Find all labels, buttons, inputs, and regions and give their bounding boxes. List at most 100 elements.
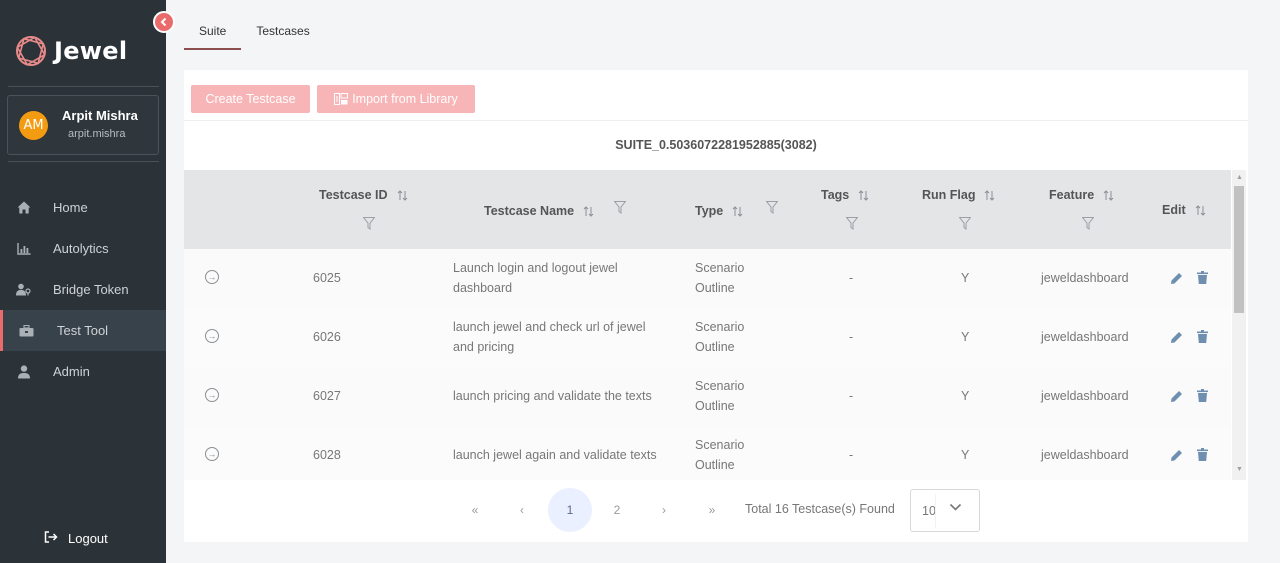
- trash-icon[interactable]: [1197, 389, 1208, 402]
- table-row[interactable]: → 6028 launch jewel again and validate t…: [184, 426, 1231, 480]
- import-from-library-button[interactable]: Import from Library: [317, 85, 475, 113]
- column-header-feature[interactable]: Feature: [1049, 188, 1114, 202]
- create-testcase-button[interactable]: Create Testcase: [191, 85, 310, 113]
- sort-icon[interactable]: [1195, 204, 1206, 216]
- filter-icon[interactable]: [1082, 217, 1094, 230]
- table-row[interactable]: → 6027 launch pricing and validate the t…: [184, 367, 1231, 426]
- column-label: Tags: [821, 188, 850, 202]
- import-from-library-label: Import from Library: [352, 92, 458, 106]
- pencil-icon[interactable]: [1170, 390, 1183, 403]
- scroll-up-arrow-icon[interactable]: ▲: [1236, 174, 1243, 181]
- toolbox-icon: [18, 323, 34, 339]
- scrollbar-thumb[interactable]: [1234, 186, 1244, 313]
- trash-icon[interactable]: [1197, 330, 1208, 343]
- logout-button[interactable]: Logout: [44, 531, 108, 546]
- first-page-button[interactable]: «: [453, 488, 497, 532]
- column-header-run-flag[interactable]: Run Flag: [922, 188, 995, 202]
- sidebar-item-admin[interactable]: Admin: [0, 351, 166, 392]
- sort-icon[interactable]: [858, 189, 869, 201]
- table-scrollbar[interactable]: ▲ ▼: [1232, 170, 1246, 480]
- filter-icon[interactable]: [614, 201, 626, 214]
- column-header-tags[interactable]: Tags: [821, 188, 869, 202]
- testcase-type: Scenario Outline: [695, 377, 744, 416]
- trash-icon[interactable]: [1197, 271, 1208, 284]
- testcase-tags: -: [849, 389, 854, 403]
- column-header-testcase-id[interactable]: Testcase ID: [319, 188, 408, 202]
- chart-icon: [16, 241, 32, 257]
- open-testcase-icon[interactable]: →: [205, 388, 219, 402]
- trash-icon[interactable]: [1197, 448, 1208, 461]
- testcase-type-line: Scenario: [695, 320, 745, 334]
- sort-icon[interactable]: [732, 205, 743, 217]
- open-testcase-icon[interactable]: →: [205, 329, 219, 343]
- sidebar-item-label: Admin: [53, 364, 90, 379]
- testcase-type-line: Scenario: [695, 379, 745, 393]
- column-header-type[interactable]: Type: [695, 204, 743, 218]
- chevron-left-icon: [160, 17, 167, 27]
- open-testcase-icon[interactable]: →: [205, 270, 219, 284]
- rows-per-page-select[interactable]: 10: [910, 489, 980, 532]
- divider: [8, 86, 159, 87]
- testcase-type-line: Outline: [695, 280, 735, 295]
- collapse-sidebar-button[interactable]: [153, 11, 175, 33]
- sort-icon[interactable]: [583, 205, 594, 217]
- sidebar-item-label: Autolytics: [53, 241, 109, 256]
- pencil-icon[interactable]: [1170, 272, 1183, 285]
- sidebar-item-autolytics[interactable]: Autolytics: [0, 228, 166, 269]
- page-button-2[interactable]: 2: [595, 488, 639, 532]
- scroll-down-arrow-icon[interactable]: ▼: [1236, 466, 1243, 473]
- filter-icon[interactable]: [363, 217, 375, 230]
- testcase-feature: jeweldashboard: [1041, 271, 1129, 285]
- sort-icon[interactable]: [397, 189, 408, 201]
- last-page-button[interactable]: »: [690, 488, 734, 532]
- table-body: → 6025 Launch login and logout jewel das…: [184, 249, 1231, 480]
- tab-testcases[interactable]: Testcases: [241, 18, 324, 50]
- next-page-button[interactable]: ›: [642, 488, 686, 532]
- testcase-type-line: Scenario: [695, 438, 745, 452]
- library-icon: [334, 93, 349, 105]
- user-name: Arpit Mishra: [62, 108, 138, 123]
- testcase-run-flag: Y: [961, 389, 970, 403]
- testcase-feature: jeweldashboard: [1041, 389, 1129, 403]
- testcase-type-line: Outline: [695, 457, 735, 472]
- testcase-name-line: launch jewel and check url of jewel: [453, 320, 646, 334]
- testcase-name-line: launch pricing and validate the texts: [453, 389, 652, 403]
- rows-per-page-value: 10: [922, 504, 936, 518]
- sort-icon[interactable]: [984, 189, 995, 201]
- sidebar-item-bridge-token[interactable]: Bridge Token: [0, 269, 166, 310]
- total-count-text: Total 16 Testcase(s) Found: [745, 502, 895, 516]
- sort-icon[interactable]: [1103, 189, 1114, 201]
- divider: [184, 120, 1248, 121]
- testcase-feature: jeweldashboard: [1041, 330, 1129, 344]
- tab-suite[interactable]: Suite: [184, 18, 242, 50]
- testcase-name-line: Launch login and logout jewel: [453, 261, 618, 275]
- filter-icon[interactable]: [846, 217, 858, 230]
- pencil-icon[interactable]: [1170, 331, 1183, 344]
- divider: [8, 161, 159, 162]
- testcase-id: 6028: [313, 448, 341, 462]
- table-row[interactable]: → 6026 launch jewel and check url of jew…: [184, 308, 1231, 367]
- pencil-icon[interactable]: [1170, 449, 1183, 462]
- page-button-1[interactable]: 1: [548, 488, 592, 532]
- column-header-testcase-name[interactable]: Testcase Name: [484, 204, 594, 218]
- sidebar-item-home[interactable]: Home: [0, 187, 166, 228]
- tab-bar: Suite Testcases: [184, 18, 325, 50]
- prev-page-button[interactable]: ‹: [500, 488, 544, 532]
- testcase-id: 6025: [313, 271, 341, 285]
- pagination: « ‹ 1 2 › » Total 16 Testcase(s) Found 1…: [184, 488, 1248, 534]
- user-card[interactable]: AM Arpit Mishra arpit.mishra: [7, 95, 159, 155]
- testcase-name: Launch login and logout jewel dashboard: [453, 259, 618, 298]
- filter-icon[interactable]: [766, 201, 778, 214]
- user-icon: [16, 364, 32, 380]
- sidebar-item-label: Home: [53, 200, 88, 215]
- testcase-run-flag: Y: [961, 330, 970, 344]
- column-header-edit[interactable]: Edit: [1162, 203, 1206, 217]
- brand-logo[interactable]: Jewel: [14, 34, 127, 68]
- column-label: Type: [695, 204, 724, 218]
- filter-icon[interactable]: [959, 217, 971, 230]
- sidebar-nav: Home Autolytics Bridge Token Test Tool A…: [0, 187, 166, 392]
- sidebar-item-test-tool[interactable]: Test Tool: [0, 310, 166, 351]
- table-row[interactable]: → 6025 Launch login and logout jewel das…: [184, 249, 1231, 308]
- divider: [935, 494, 936, 528]
- open-testcase-icon[interactable]: →: [205, 447, 219, 461]
